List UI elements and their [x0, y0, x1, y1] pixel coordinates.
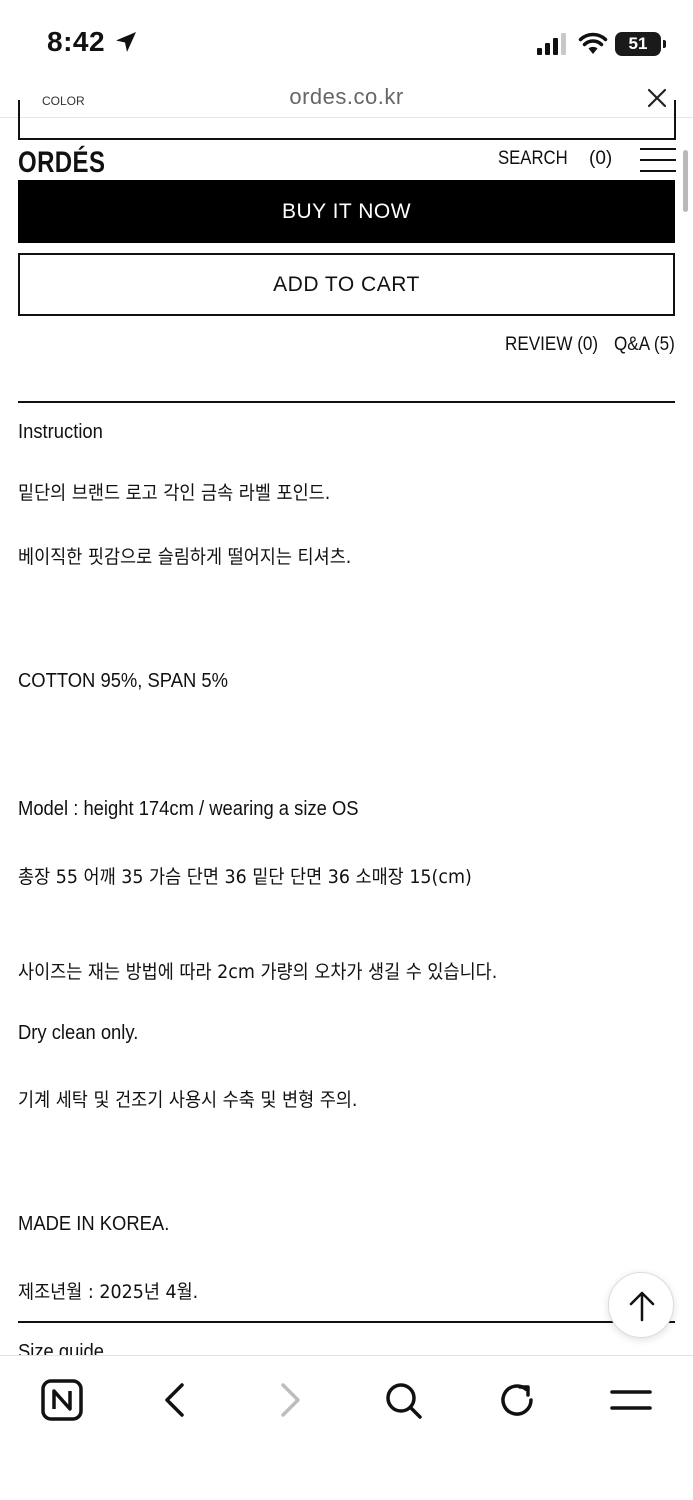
scroll-top-button[interactable] [608, 1272, 674, 1338]
chevron-left-icon[interactable] [153, 1378, 197, 1422]
buy-now-button[interactable]: BUY IT NOW [18, 180, 675, 243]
instruction-line: COTTON 95%, SPAN 5% [18, 670, 228, 692]
instruction-line: Model : height 174cm / wearing a size OS [18, 798, 359, 820]
status-bar: 8:42 51 [0, 0, 693, 80]
search-icon[interactable] [381, 1378, 425, 1422]
scrollbar[interactable] [683, 150, 688, 212]
color-select[interactable]: COLOR [18, 94, 676, 140]
section-divider [18, 1321, 675, 1323]
color-select-label: COLOR [42, 94, 85, 108]
instruction-line: 밑단의 브랜드 로고 각인 금속 라벨 포인드. [18, 482, 331, 504]
browser-toolbar [0, 1355, 693, 1500]
chevron-right-icon[interactable] [268, 1378, 312, 1422]
location-arrow-icon [116, 32, 136, 52]
instruction-line: 기계 세탁 및 건조기 사용시 수축 및 변형 주의. [18, 1089, 358, 1111]
instruction-line: 사이즈는 재는 방법에 따라 2cm 가량의 오차가 생길 수 있습니다. [18, 961, 498, 983]
cart-count-link[interactable]: (0) [589, 148, 612, 170]
section-divider [18, 401, 675, 403]
instruction-line: MADE IN KOREA. [18, 1213, 170, 1235]
status-time: 8:42 [47, 26, 106, 57]
signal-icon [537, 33, 566, 55]
menu-icon[interactable] [609, 1378, 653, 1422]
naver-n-icon[interactable] [40, 1378, 84, 1422]
add-to-cart-button[interactable]: ADD TO CART [18, 253, 675, 316]
qa-tab[interactable]: Q&A (5) [614, 334, 675, 356]
instruction-line: Dry clean only. [18, 1022, 139, 1044]
review-tab[interactable]: REVIEW (0) [505, 334, 598, 356]
hamburger-menu-icon[interactable] [640, 148, 676, 172]
instruction-line: 제조년월 : 2025년 4월. [18, 1281, 199, 1303]
battery-indicator: 51 [615, 32, 666, 56]
wifi-icon [578, 32, 608, 54]
instruction-line: 총장 55 어깨 35 가슴 단면 36 밑단 단면 36 소매장 15(cm) [18, 866, 472, 888]
refresh-icon[interactable] [495, 1378, 539, 1422]
instruction-heading: Instruction [18, 421, 103, 443]
search-link[interactable]: SEARCH [498, 148, 568, 170]
arrow-up-icon [629, 1291, 655, 1322]
brand-logo[interactable]: ORDÉS [18, 146, 105, 180]
instruction-line: 베이직한 핏감으로 슬림하게 떨어지는 티셔츠. [18, 546, 352, 568]
